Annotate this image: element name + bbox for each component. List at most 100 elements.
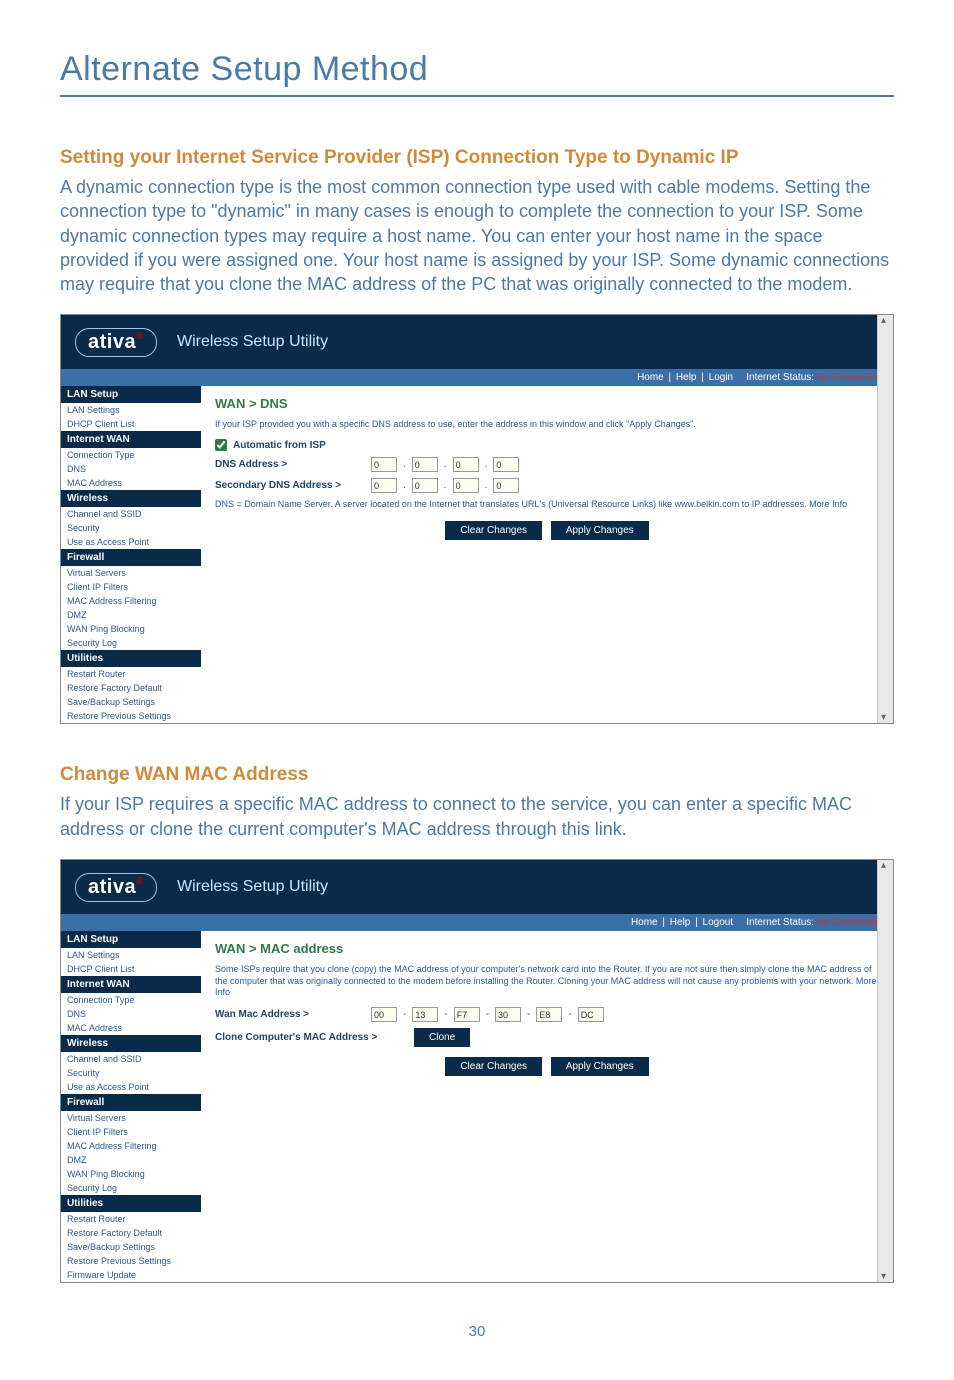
nav-hdr-utilities: Utilities [61,650,201,667]
nav-save-backup[interactable]: Save/Backup Settings [61,695,201,709]
auto-isp-label: Automatic from ISP [233,440,326,451]
mac-oct3[interactable] [454,1007,480,1022]
nav2-ipfilters[interactable]: Client IP Filters [61,1125,201,1139]
dns1-oct3[interactable] [453,457,479,472]
top-strip-2: Home | Help | Logout Internet Status: No… [61,914,893,931]
ativa-logo-2: ativa® [75,873,157,902]
scrollbar-icon[interactable] [877,315,893,723]
page-number: 30 [60,1323,894,1340]
nav2-lan-settings[interactable]: LAN Settings [61,948,201,962]
clear-button-2[interactable]: Clear Changes [445,1057,542,1076]
nav-mac[interactable]: MAC Address [61,476,201,490]
nav-macfilter[interactable]: MAC Address Filtering [61,594,201,608]
nav2-vservers[interactable]: Virtual Servers [61,1111,201,1125]
auto-isp-checkbox[interactable] [215,439,227,451]
nav-ipfilters[interactable]: Client IP Filters [61,580,201,594]
nav-restore-default[interactable]: Restore Factory Default [61,681,201,695]
mac-oct1[interactable] [371,1007,397,1022]
nav2-conn-type[interactable]: Connection Type [61,993,201,1007]
content-mac: WAN > MAC address Some ISPs require that… [201,931,893,1282]
wan-mac-label: Wan Mac Address > [215,1009,365,1020]
nav-wanping[interactable]: WAN Ping Blocking [61,622,201,636]
apply-button[interactable]: Apply Changes [551,521,649,540]
dns-footnote: DNS = Domain Name Server. A server locat… [215,499,879,511]
nav-dns[interactable]: DNS [61,462,201,476]
help-link[interactable]: Help [676,372,697,383]
dns1-oct4[interactable] [493,457,519,472]
apply-button-2[interactable]: Apply Changes [551,1057,649,1076]
nav2-ap[interactable]: Use as Access Point [61,1080,201,1094]
nav-hdr-lan: LAN Setup [61,386,201,403]
nav2-firmware[interactable]: Firmware Update [61,1268,201,1282]
nav2-dmz[interactable]: DMZ [61,1153,201,1167]
mac-oct4[interactable] [495,1007,521,1022]
nav-security[interactable]: Security [61,521,201,535]
nav2-macfilter[interactable]: MAC Address Filtering [61,1139,201,1153]
side-nav: LAN Setup LAN Settings DHCP Client List … [61,386,201,723]
clear-button[interactable]: Clear Changes [445,521,542,540]
nav-dhcp-client[interactable]: DHCP Client List [61,417,201,431]
nav2-dhcp-client[interactable]: DHCP Client List [61,962,201,976]
utility-banner: ativa® Wireless Setup Utility [61,315,893,369]
nav-conn-type[interactable]: Connection Type [61,448,201,462]
nav2-seclog[interactable]: Security Log [61,1181,201,1195]
nav-ap[interactable]: Use as Access Point [61,535,201,549]
nav2-hdr-wireless: Wireless [61,1035,201,1052]
dns-addr-label: DNS Address > [215,459,365,470]
nav-dmz[interactable]: DMZ [61,608,201,622]
section2-body: If your ISP requires a specific MAC addr… [60,792,894,841]
dns2-oct3[interactable] [453,478,479,493]
ativa-logo: ativa® [75,328,157,357]
clone-label: Clone Computer's MAC Address > [215,1032,405,1043]
dns1-oct2[interactable] [412,457,438,472]
mac-oct5[interactable] [536,1007,562,1022]
mac-oct2[interactable] [412,1007,438,1022]
nav-hdr-firewall: Firewall [61,549,201,566]
top-strip: Home | Help | Login Internet Status: No … [61,369,893,386]
home-link-2[interactable]: Home [631,917,658,928]
nav-lan-settings[interactable]: LAN Settings [61,403,201,417]
nav2-restore-prev[interactable]: Restore Previous Settings [61,1254,201,1268]
utility-banner-2: ativa® Wireless Setup Utility [61,860,893,914]
nav2-channel[interactable]: Channel and SSID [61,1052,201,1066]
dns2-oct1[interactable] [371,478,397,493]
utility-title-2: Wireless Setup Utility [177,878,328,896]
nav-seclog[interactable]: Security Log [61,636,201,650]
mac-oct6[interactable] [578,1007,604,1022]
nav2-restart[interactable]: Restart Router [61,1212,201,1226]
content-dns: WAN > DNS If your ISP provided you with … [201,386,893,723]
nav2-security[interactable]: Security [61,1066,201,1080]
nav2-mac[interactable]: MAC Address [61,1021,201,1035]
clone-button[interactable]: Clone [414,1028,470,1047]
login-link[interactable]: Login [709,372,733,383]
breadcrumb-mac: WAN > MAC address [215,941,879,956]
more-info-link[interactable]: More Info [809,499,847,509]
dns2-oct2[interactable] [412,478,438,493]
status-label: Internet Status: [746,372,814,383]
nav-hdr-wan: Internet WAN [61,431,201,448]
nav-vservers[interactable]: Virtual Servers [61,566,201,580]
screenshot-mac: ativa® Wireless Setup Utility Home | Hel… [60,859,894,1283]
nav-restore-prev[interactable]: Restore Previous Settings [61,709,201,723]
nav2-restore-default[interactable]: Restore Factory Default [61,1226,201,1240]
nav2-wanping[interactable]: WAN Ping Blocking [61,1167,201,1181]
dns1-oct1[interactable] [371,457,397,472]
section1-heading: Setting your Internet Service Provider (… [60,147,894,169]
nav-restart[interactable]: Restart Router [61,667,201,681]
nav2-hdr-firewall: Firewall [61,1094,201,1111]
dns2-oct4[interactable] [493,478,519,493]
help-link-2[interactable]: Help [670,917,691,928]
section2-heading: Change WAN MAC Address [60,764,894,786]
scrollbar-icon-2[interactable] [877,860,893,1282]
status-value-2: No Connection [817,917,883,928]
home-link[interactable]: Home [637,372,664,383]
nav2-save-backup[interactable]: Save/Backup Settings [61,1240,201,1254]
nav-channel[interactable]: Channel and SSID [61,507,201,521]
dns2-addr-label: Secondary DNS Address > [215,480,365,491]
nav2-hdr-wan: Internet WAN [61,976,201,993]
side-nav-2: LAN Setup LAN Settings DHCP Client List … [61,931,201,1282]
screenshot-dns: ativa® Wireless Setup Utility Home | Hel… [60,314,894,724]
nav2-dns[interactable]: DNS [61,1007,201,1021]
help-text-dns: If your ISP provided you with a specific… [215,419,879,431]
logout-link[interactable]: Logout [703,917,734,928]
